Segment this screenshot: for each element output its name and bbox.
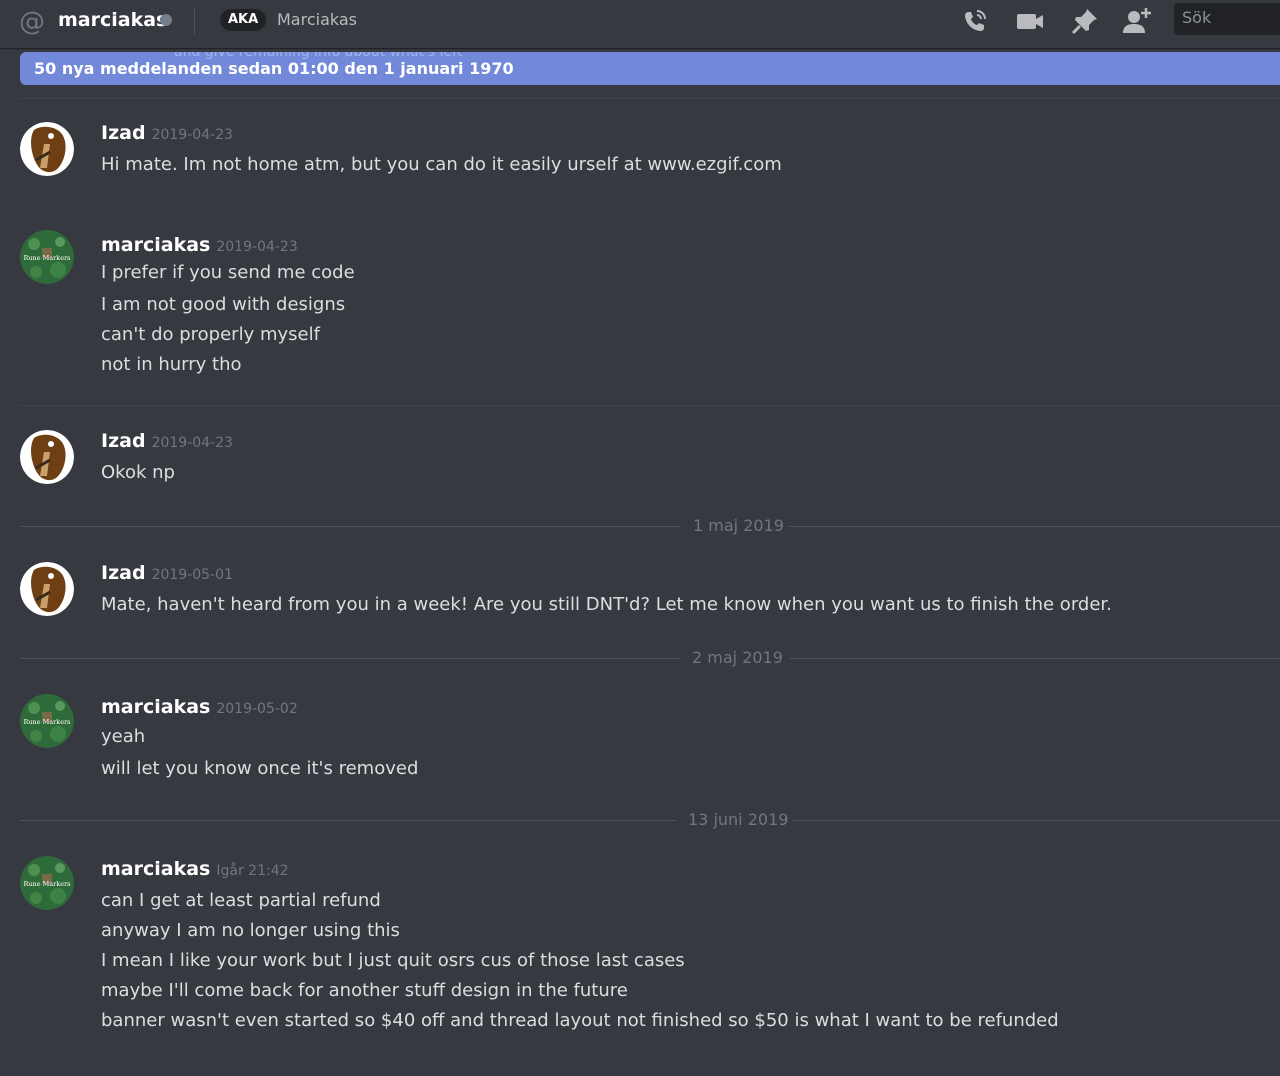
aka-badge: AKA: [220, 9, 267, 31]
message-timestamp: 2019-04-23: [151, 127, 233, 143]
message-content: I mean I like your work but I just quit …: [101, 950, 685, 971]
message-group-separator: [20, 98, 1280, 99]
message-timestamp: 2019-04-23: [216, 239, 298, 255]
message-content: Hi mate. Im not home atm, but you can do…: [101, 154, 782, 175]
date-divider: 13 juni 2019: [20, 810, 1280, 830]
message-timestamp: 2019-05-01: [151, 567, 233, 583]
dm-username[interactable]: marciakas: [58, 9, 167, 31]
message-content: Okok np: [101, 462, 175, 483]
avatar-izad[interactable]: [20, 122, 74, 176]
message-content: I prefer if you send me code: [101, 262, 355, 283]
pin-icon[interactable]: [1070, 6, 1100, 36]
avatar-marciakas[interactable]: Rune Markers: [20, 694, 74, 748]
date-divider: 1 maj 2019: [20, 516, 1280, 536]
search-input[interactable]: Sök: [1174, 3, 1280, 35]
message-content: will let you know once it's removed: [101, 758, 419, 779]
date-divider-label: 13 juni 2019: [688, 810, 789, 829]
new-messages-bar[interactable]: and give remaining info about what's lef…: [20, 52, 1280, 85]
search-placeholder: Sök: [1182, 8, 1212, 27]
message-content: yeah: [101, 726, 146, 747]
message-timestamp: 2019-05-02: [216, 701, 298, 717]
voice-call-icon[interactable]: [960, 6, 990, 36]
message-content: not in hurry tho: [101, 354, 242, 375]
message-author[interactable]: marciakas 2019-04-23: [101, 234, 298, 256]
message-content: banner wasn't even started so $40 off an…: [101, 1010, 1059, 1031]
message-timestamp: 2019-04-23: [151, 435, 233, 451]
message-author[interactable]: Izad 2019-04-23: [101, 122, 233, 144]
nickname-label: Marciakas: [277, 10, 358, 29]
status-offline-icon: [160, 14, 172, 26]
add-friend-icon[interactable]: [1122, 6, 1152, 36]
avatar-logo-text: Rune Markers: [23, 718, 70, 726]
header-divider: [194, 8, 195, 34]
message-author[interactable]: marciakas 2019-05-02: [101, 696, 298, 718]
avatar-marciakas[interactable]: Rune Markers: [20, 230, 74, 284]
message-timestamp: Igår 21:42: [216, 863, 289, 879]
avatar-logo-text: Rune Markers: [23, 254, 70, 262]
date-divider: 2 maj 2019: [20, 648, 1280, 668]
video-call-icon[interactable]: [1015, 6, 1045, 36]
message-content: I am not good with designs: [101, 294, 346, 315]
date-divider-label: 1 maj 2019: [693, 516, 784, 535]
channel-header: @ marciakas AKA Marciakas Sök: [0, 0, 1280, 48]
message-author[interactable]: marciakas Igår 21:42: [101, 858, 289, 880]
message-content: Mate, haven't heard from you in a week! …: [101, 594, 1112, 615]
avatar-izad[interactable]: [20, 562, 74, 616]
date-divider-label: 2 maj 2019: [692, 648, 783, 667]
message-content: maybe I'll come back for another stuff d…: [101, 980, 628, 1001]
message-author[interactable]: Izad 2019-04-23: [101, 430, 233, 452]
message-author[interactable]: Izad 2019-05-01: [101, 562, 233, 584]
avatar-marciakas[interactable]: Rune Markers: [20, 856, 74, 910]
message-content: can't do properly myself: [101, 324, 320, 345]
avatar-logo-text: Rune Markers: [23, 880, 70, 888]
new-messages-text: 50 nya meddelanden sedan 01:00 den 1 jan…: [34, 59, 514, 78]
message-content: anyway I am no longer using this: [101, 920, 400, 941]
at-icon: @: [19, 7, 45, 37]
avatar-izad[interactable]: [20, 430, 74, 484]
message-group-separator: [20, 405, 1280, 406]
message-content: can I get at least partial refund: [101, 890, 381, 911]
